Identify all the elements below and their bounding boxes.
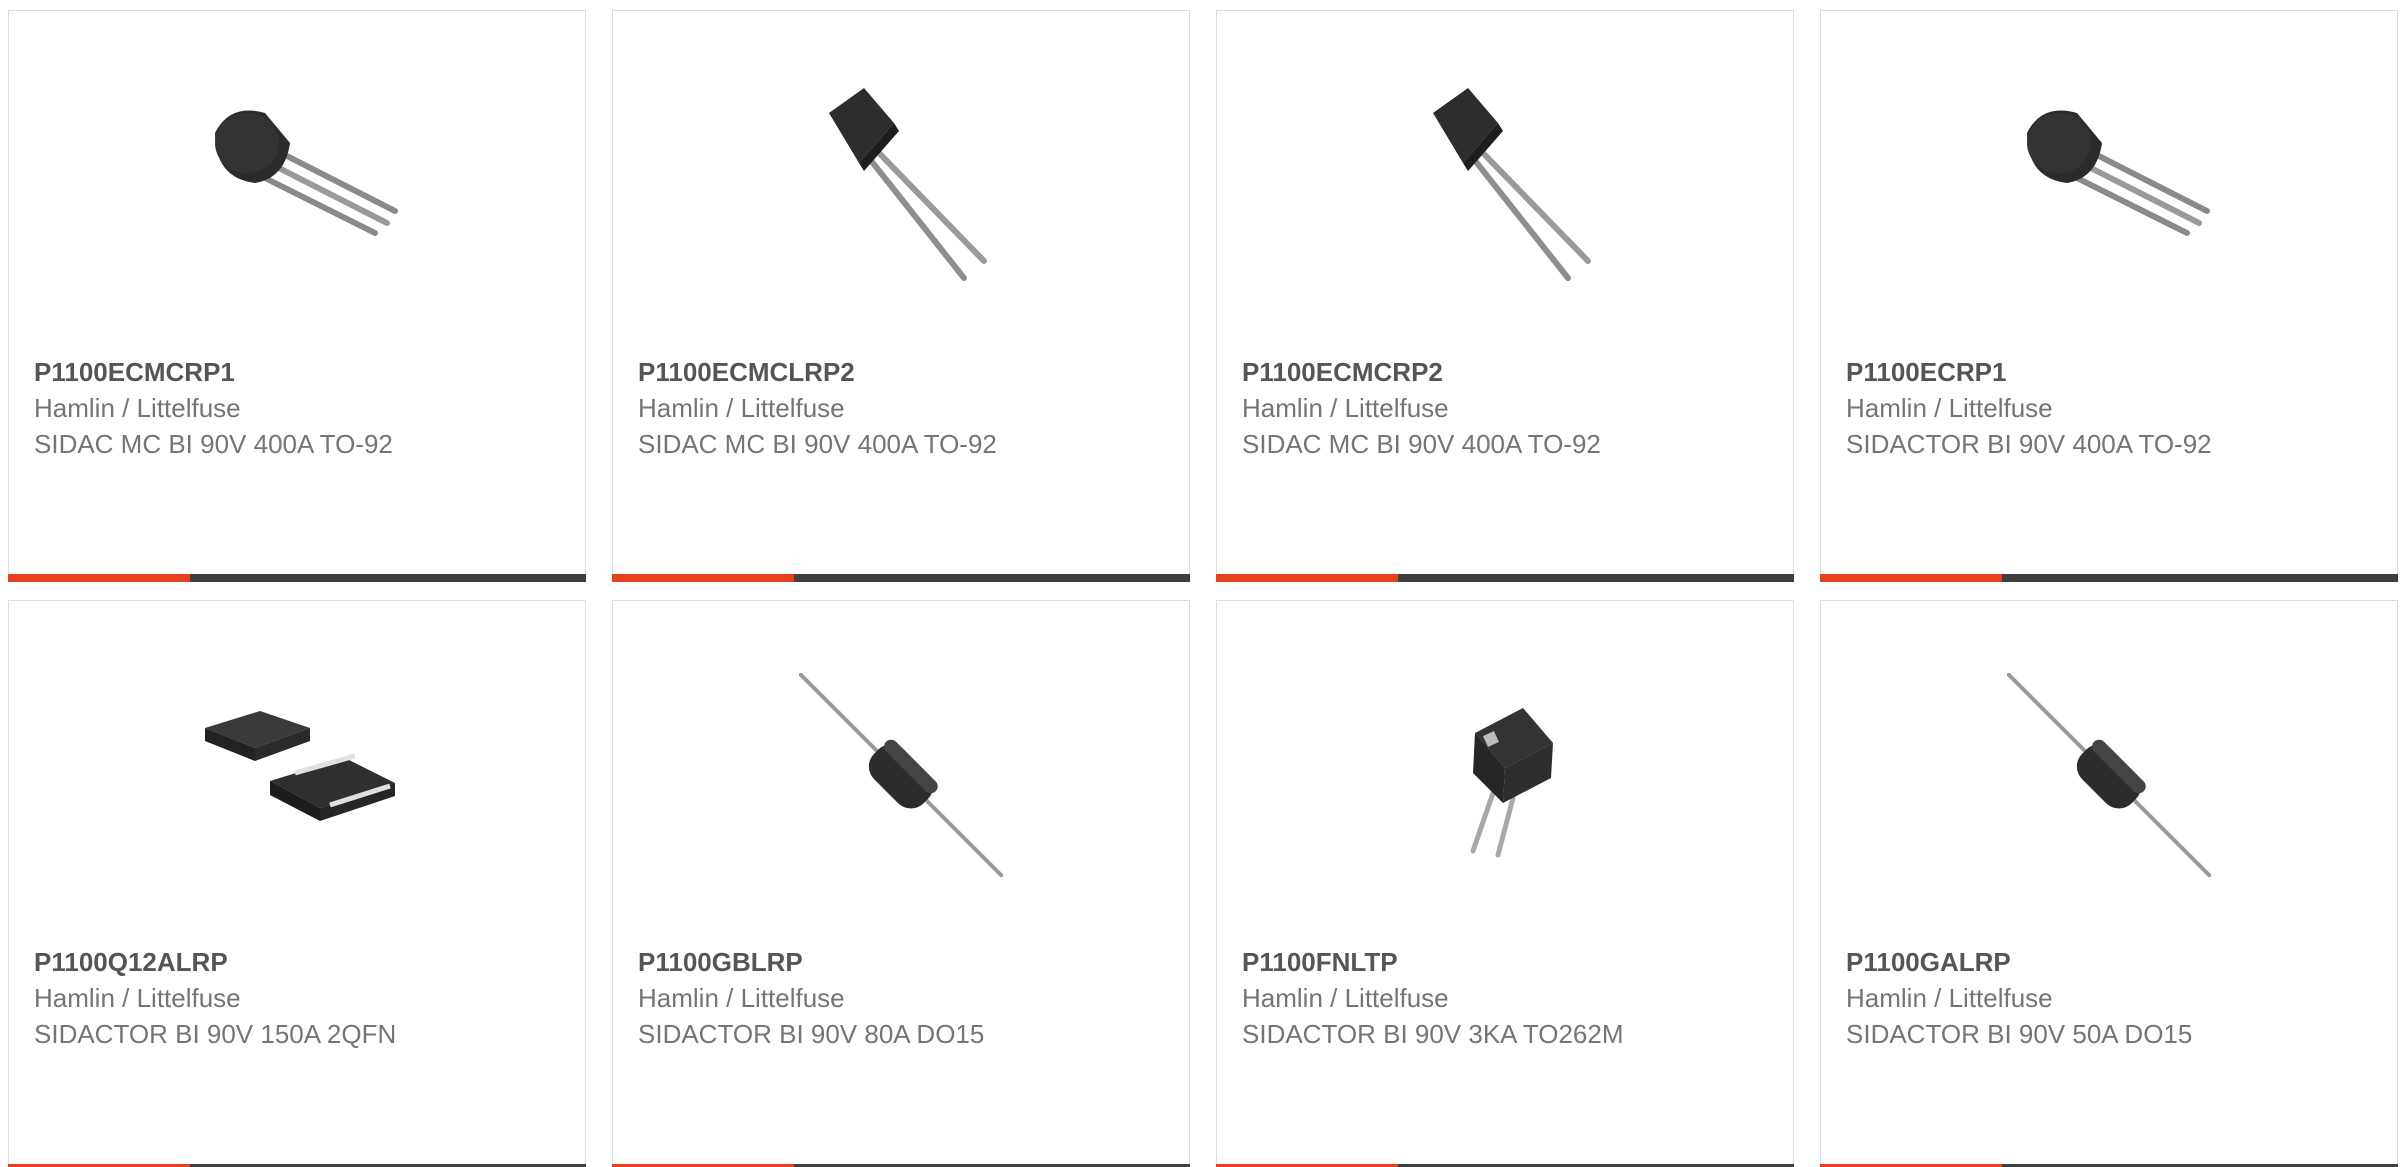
part-number-link[interactable]: P1100Q12ALRP [34,944,565,980]
part-number-link[interactable]: P1100ECRP1 [1846,354,2377,390]
product-description: SIDACTOR BI 90V 150A 2QFN [34,1019,397,1049]
product-card[interactable]: P1100FNLTP Hamlin / Littelfuse SIDACTOR … [1216,600,1794,1167]
manufacturer-name: Hamlin / Littelfuse [34,393,241,423]
product-description: SIDACTOR BI 90V 400A TO-92 [1846,429,2212,459]
card-accent-bar [1820,574,2002,582]
manufacturer-name: Hamlin / Littelfuse [1242,393,1449,423]
card-bottom-bar [1216,574,1794,582]
to262-package-icon[interactable] [1403,673,1607,877]
product-description: SIDACTOR BI 90V 80A DO15 [638,1019,985,1049]
part-number-link[interactable]: P1100ECMCLRP2 [638,354,1169,390]
product-description: SIDAC MC BI 90V 400A TO-92 [1242,429,1601,459]
product-card[interactable]: P1100ECRP1 Hamlin / Littelfuse SIDACTOR … [1820,10,2398,582]
card-bottom-bar [1820,574,2398,582]
to92-round-icon[interactable] [195,83,399,287]
card-bottom-bar [612,574,1190,582]
part-number-link[interactable]: P1100GBLRP [638,944,1169,980]
do15-axial-icon[interactable] [799,673,1003,877]
product-description: SIDAC MC BI 90V 400A TO-92 [34,429,393,459]
card-accent-bar [612,574,794,582]
to92-flat-icon[interactable] [799,83,1003,287]
product-card[interactable]: P1100GBLRP Hamlin / Littelfuse SIDACTOR … [612,600,1190,1167]
card-bottom-bar [8,574,586,582]
product-card[interactable]: P1100ECMCRP1 Hamlin / Littelfuse SIDAC M… [8,10,586,582]
product-description: SIDACTOR BI 90V 50A DO15 [1846,1019,2193,1049]
do15-axial-icon[interactable] [2007,673,2211,877]
part-number-link[interactable]: P1100ECMCRP2 [1242,354,1773,390]
product-grid: P1100ECMCRP1 Hamlin / Littelfuse SIDAC M… [0,0,2400,1167]
product-card[interactable]: P1100ECMCLRP2 Hamlin / Littelfuse SIDAC … [612,10,1190,582]
manufacturer-name: Hamlin / Littelfuse [1846,393,2053,423]
product-description: SIDACTOR BI 90V 3KA TO262M [1242,1019,1624,1049]
manufacturer-name: Hamlin / Littelfuse [638,393,845,423]
part-number-link[interactable]: P1100GALRP [1846,944,2377,980]
product-description: SIDAC MC BI 90V 400A TO-92 [638,429,997,459]
to92-flat-icon[interactable] [1403,83,1607,287]
manufacturer-name: Hamlin / Littelfuse [34,983,241,1013]
product-card[interactable]: P1100GALRP Hamlin / Littelfuse SIDACTOR … [1820,600,2398,1167]
product-card[interactable]: P1100ECMCRP2 Hamlin / Littelfuse SIDAC M… [1216,10,1794,582]
part-number-link[interactable]: P1100ECMCRP1 [34,354,565,390]
card-accent-bar [1216,574,1398,582]
manufacturer-name: Hamlin / Littelfuse [1242,983,1449,1013]
product-card[interactable]: P1100Q12ALRP Hamlin / Littelfuse SIDACTO… [8,600,586,1167]
card-accent-bar [8,574,190,582]
manufacturer-name: Hamlin / Littelfuse [638,983,845,1013]
to92-round-icon[interactable] [2007,83,2211,287]
qfn-package-icon[interactable] [195,673,399,877]
part-number-link[interactable]: P1100FNLTP [1242,944,1773,980]
manufacturer-name: Hamlin / Littelfuse [1846,983,2053,1013]
